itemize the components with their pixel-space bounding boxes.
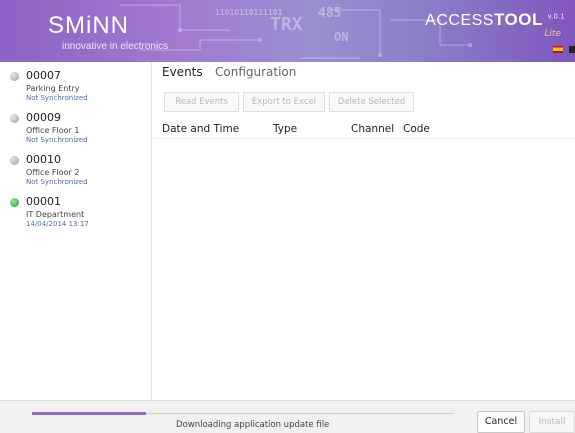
- device-id: 00010: [26, 153, 61, 166]
- cancel-button[interactable]: Cancel: [477, 411, 525, 433]
- brand-tagline: innovative in electronics: [62, 41, 169, 52]
- device-id: 00001: [26, 195, 61, 208]
- watermark-on: ON: [334, 30, 349, 44]
- read-events-button[interactable]: Read Events: [164, 92, 239, 112]
- export-excel-button[interactable]: Export to Excel: [243, 92, 325, 112]
- brand-logo: SMiNN: [48, 12, 129, 39]
- column-header-type[interactable]: Type: [273, 123, 297, 135]
- app-title-bold: TOOL: [493, 10, 543, 29]
- status-dot-icon: [10, 72, 19, 81]
- device-status: Not Synchronized: [26, 94, 88, 102]
- tab-configuration[interactable]: Configuration: [215, 65, 296, 79]
- device-name: Office Floor 1: [26, 126, 80, 135]
- install-button[interactable]: Install: [529, 411, 575, 433]
- status-dot-icon: [10, 114, 19, 123]
- update-status-text: Downloading application update file: [176, 420, 330, 430]
- tab-events[interactable]: Events: [162, 65, 203, 79]
- column-header-channel[interactable]: Channel: [351, 123, 394, 135]
- device-name: Parking Entry: [26, 84, 80, 93]
- status-footer: Downloading application update file Canc…: [0, 400, 575, 433]
- device-status: 14/04/2014 13:17: [26, 220, 89, 228]
- app-header: 11010110111101 TRX 485 ON SMiNN innovati…: [0, 0, 575, 62]
- device-name: IT Department: [26, 210, 85, 219]
- status-dot-icon: [10, 198, 19, 207]
- table-header-divider: [153, 138, 575, 139]
- watermark-485: 485: [318, 6, 342, 21]
- update-progress-bar: [32, 412, 454, 415]
- device-name: Office Floor 2: [26, 168, 80, 177]
- edition-label: Lite: [544, 29, 561, 39]
- device-status: Not Synchronized: [26, 178, 88, 186]
- update-progress-fill: [32, 412, 146, 415]
- device-id: 00009: [26, 111, 61, 124]
- app-version: v.0.1: [547, 13, 565, 21]
- device-id: 00007: [26, 69, 61, 82]
- column-header-datetime[interactable]: Date and Time: [162, 123, 239, 135]
- status-dot-icon: [10, 156, 19, 165]
- flag-spain-icon[interactable]: [553, 46, 563, 53]
- watermark-trx: TRX: [270, 14, 303, 35]
- main-panel: Events Configuration Read Events Export …: [153, 62, 575, 400]
- column-header-code[interactable]: Code: [403, 123, 430, 135]
- delete-selected-button[interactable]: Delete Selected: [329, 92, 414, 112]
- flag-other-icon[interactable]: [569, 46, 575, 53]
- app-title-light: ACCESS: [425, 12, 494, 29]
- device-status: Not Synchronized: [26, 136, 88, 144]
- app-title: ACCESSTOOL v.0.1: [425, 10, 565, 30]
- device-list: 00007 Parking Entry Not Synchronized 000…: [0, 62, 152, 400]
